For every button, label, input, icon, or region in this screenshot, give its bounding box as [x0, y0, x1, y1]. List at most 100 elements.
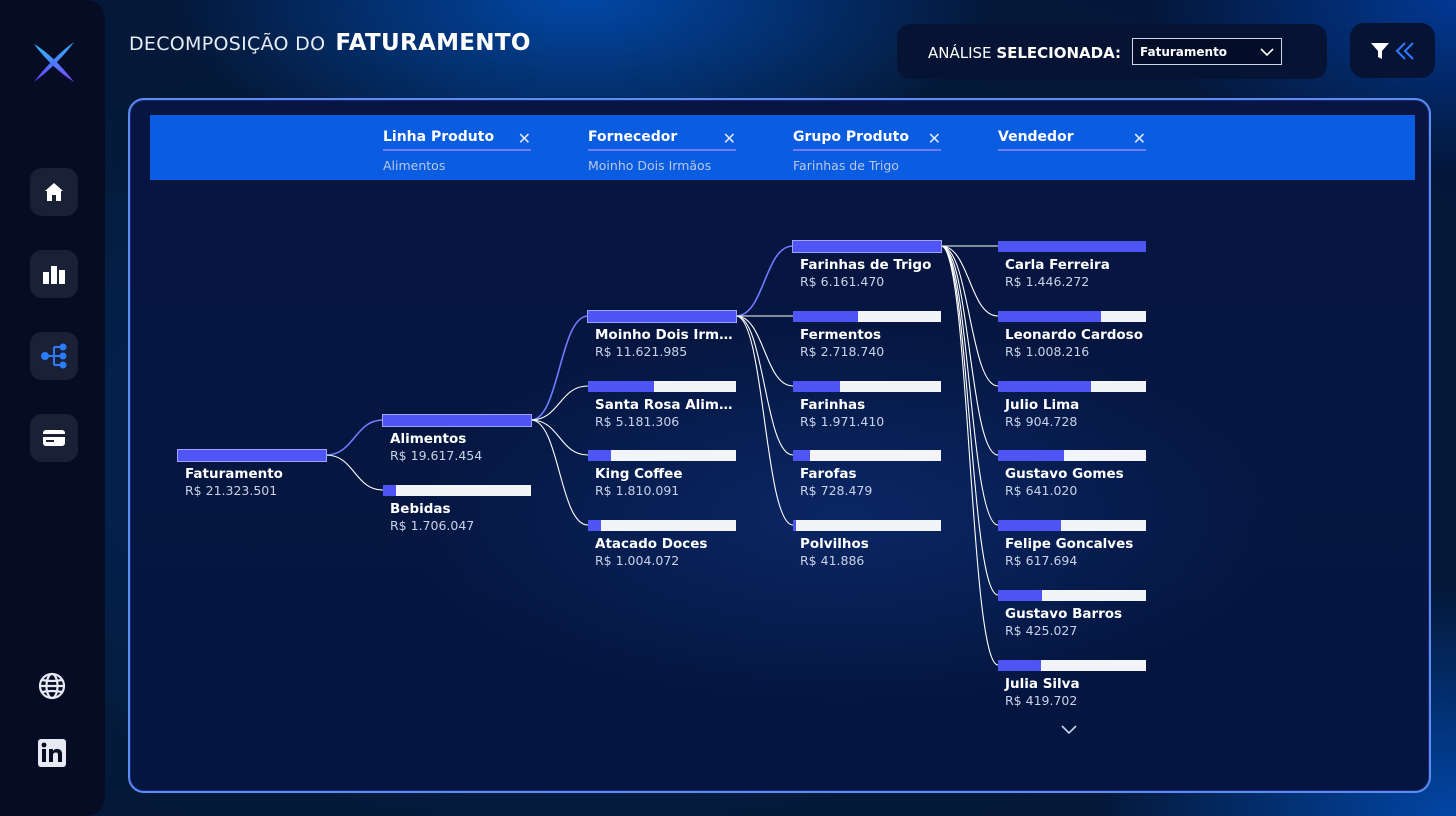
node-bar[interactable] [998, 450, 1146, 461]
node-bar[interactable] [588, 450, 736, 461]
node-value: R$ 419.702 [1005, 693, 1078, 708]
node-value: R$ 1.706.047 [390, 518, 475, 533]
connector-line [530, 315, 589, 421]
tree-node-level4[interactable]: Carla Ferreira R$ 1.446.272 [998, 241, 1146, 289]
analysis-dropdown-value: Faturamento [1140, 44, 1228, 59]
node-bar[interactable] [998, 311, 1146, 322]
tree-icon [41, 343, 67, 369]
tree-node-level3[interactable]: Farinhas de Trigo R$ 6.161.470 [792, 240, 942, 289]
node-bar[interactable] [998, 660, 1146, 671]
node-label: Moinho Dois Irmãos [595, 327, 736, 343]
node-value: R$ 41.886 [800, 553, 865, 568]
node-bar-fill [998, 311, 1102, 322]
tree-node-level2[interactable]: Moinho Dois Irmãos R$ 11.621.985 [587, 310, 737, 359]
node-bar[interactable] [177, 449, 327, 462]
node-bar[interactable] [998, 590, 1146, 601]
node-bar[interactable] [998, 381, 1146, 392]
globe-icon[interactable] [36, 670, 68, 702]
node-bar-fill [588, 520, 601, 531]
node-bar[interactable] [382, 414, 532, 427]
node-value: R$ 1.810.091 [595, 483, 680, 498]
node-bar[interactable] [998, 520, 1146, 531]
node-bar[interactable] [383, 485, 531, 496]
node-bar-fill [998, 660, 1041, 671]
nav-decomposition-button[interactable] [30, 332, 78, 380]
node-bar[interactable] [588, 381, 736, 392]
node-label: Julia Silva [1005, 676, 1080, 692]
node-label: Bebidas [390, 501, 451, 517]
nav-card-button[interactable] [30, 414, 78, 462]
node-value: R$ 2.718.740 [800, 344, 885, 359]
node-bar-fill [998, 450, 1064, 461]
node-bar[interactable] [793, 311, 941, 322]
node-bar[interactable] [793, 450, 941, 461]
node-bar[interactable] [588, 520, 736, 531]
tree-node-level2[interactable]: King Coffee R$ 1.810.091 [588, 450, 736, 498]
tree-connectors [325, 245, 999, 666]
node-value: R$ 21.323.501 [185, 483, 278, 498]
node-bar-fill [793, 381, 841, 392]
connector-line [530, 385, 589, 421]
node-label: Leonardo Cardoso [1005, 327, 1143, 343]
node-bar-fill [998, 241, 1146, 252]
node-label: King Coffee [595, 466, 683, 482]
tree-node-level4[interactable]: Gustavo Barros R$ 425.027 [998, 590, 1146, 638]
tree-node-root[interactable]: Faturamento R$ 21.323.501 [177, 449, 327, 498]
node-label: Santa Rosa Aliment... [595, 397, 736, 413]
connector-line [940, 245, 999, 596]
tree-node-level4[interactable]: Leonardo Cardoso R$ 1.008.216 [998, 311, 1146, 359]
node-value: R$ 11.621.985 [595, 344, 688, 359]
home-icon [45, 183, 63, 201]
connector-line [940, 245, 999, 666]
tree-node-level4[interactable]: Gustavo Gomes R$ 641.020 [998, 450, 1146, 498]
node-label: Atacado Doces [595, 536, 708, 552]
node-label: Faturamento [185, 466, 283, 482]
double-chevron-left-icon [1395, 41, 1414, 60]
node-value: R$ 728.479 [800, 483, 873, 498]
tree-node-level3[interactable]: Fermentos R$ 2.718.740 [793, 311, 941, 359]
sidebar [0, 0, 105, 816]
node-bar-fill [793, 311, 859, 322]
node-bar[interactable] [998, 241, 1146, 252]
tree-node-level4[interactable]: Julio Lima R$ 904.728 [998, 381, 1146, 429]
analysis-selector-panel: ANÁLISE SELECIONADA: Faturamento [897, 24, 1327, 79]
node-bar-fill [383, 415, 531, 426]
node-label: Gustavo Gomes [1005, 466, 1124, 482]
connector-line [530, 419, 589, 526]
node-label: Farinhas [800, 397, 866, 413]
page-title-light: DECOMPOSIÇÃO DO [129, 33, 326, 55]
node-label: Felipe Goncalves [1005, 536, 1134, 552]
tree-node-level4[interactable]: Felipe Goncalves R$ 617.694 [998, 520, 1146, 568]
analysis-dropdown[interactable]: Faturamento [1132, 38, 1282, 65]
node-bar-fill [998, 520, 1062, 531]
filter-icon [1370, 42, 1389, 59]
tree-node-level1[interactable]: Alimentos R$ 19.617.454 [382, 414, 532, 463]
node-value: R$ 1.008.216 [1005, 344, 1090, 359]
node-bar[interactable] [793, 381, 941, 392]
node-bar-fill [588, 450, 612, 461]
node-bar[interactable] [587, 310, 737, 323]
linkedin-icon[interactable] [36, 737, 68, 769]
connector-line [325, 419, 384, 456]
expand-more-icon[interactable] [1058, 722, 1080, 738]
page-title: DECOMPOSIÇÃO DO FATURAMENTO [129, 30, 531, 56]
tree-node-level4[interactable]: Julia Silva R$ 419.702 [998, 660, 1146, 708]
node-value: R$ 19.617.454 [390, 448, 483, 463]
filter-panel-button[interactable] [1350, 23, 1435, 78]
nav-home-button[interactable] [30, 168, 78, 216]
tree-node-level3[interactable]: Farofas R$ 728.479 [793, 450, 941, 498]
tree-node-level2[interactable]: Atacado Doces R$ 1.004.072 [588, 520, 736, 568]
node-bar[interactable] [793, 520, 941, 531]
node-value: R$ 1.004.072 [595, 553, 680, 568]
tree-node-level3[interactable]: Polvilhos R$ 41.886 [793, 520, 941, 568]
connector-line [325, 454, 384, 491]
node-bar[interactable] [792, 240, 942, 253]
tree-node-level1[interactable]: Bebidas R$ 1.706.047 [383, 485, 531, 533]
nav-charts-button[interactable] [30, 250, 78, 298]
connector-line [735, 315, 794, 526]
tree-node-level2[interactable]: Santa Rosa Aliment...R$ 5.181.306 [588, 381, 736, 429]
node-bar-fill [793, 520, 796, 531]
node-label: Carla Ferreira [1005, 257, 1110, 273]
tree-node-level3[interactable]: Farinhas R$ 1.971.410 [793, 381, 941, 429]
connector-line [735, 315, 794, 387]
